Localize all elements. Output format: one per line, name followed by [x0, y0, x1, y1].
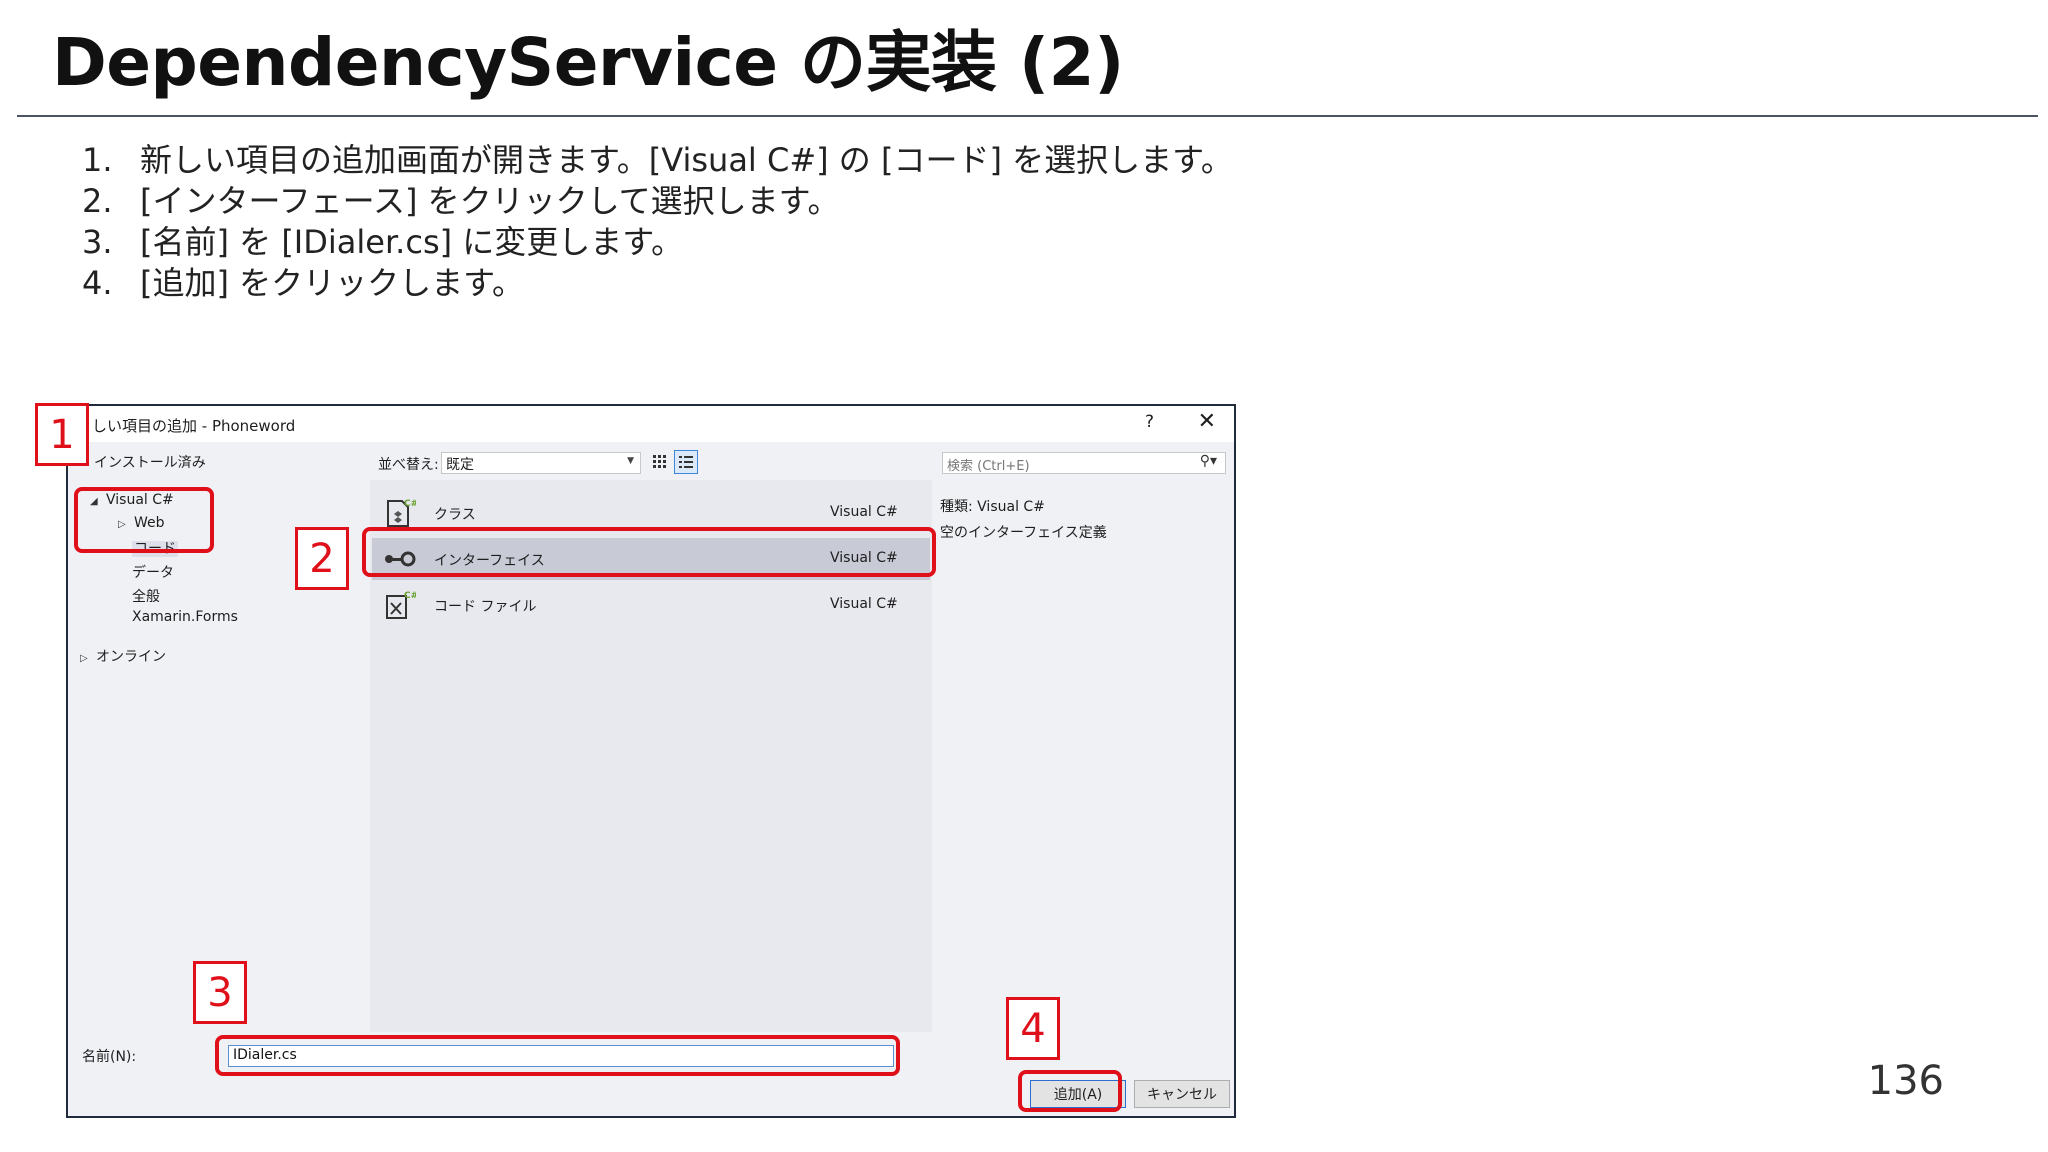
grid-view-icon[interactable]: [648, 450, 672, 474]
detail-description: 空のインターフェイス定義: [940, 525, 1107, 541]
svg-text:C#: C#: [404, 499, 416, 509]
callout-number-3: 3: [193, 961, 247, 1024]
search-input[interactable]: 検索 (Ctrl+E) ⚲▾: [942, 452, 1226, 474]
collapsed-triangle-icon: ▷: [80, 653, 88, 664]
highlight-add-button: [1018, 1070, 1122, 1112]
step-item: 4. [追加] をクリックします。: [82, 264, 524, 302]
tree-item-general[interactable]: 全般: [132, 586, 160, 606]
page-number: 136: [1867, 1058, 1944, 1104]
dialog-titlebar: しい項目の追加 - Phoneword ? ✕: [68, 406, 1234, 442]
template-language: Visual C#: [830, 596, 898, 612]
tree-item-xamarin-forms[interactable]: Xamarin.Forms: [132, 609, 238, 625]
chevron-down-icon: ▼: [627, 456, 634, 466]
title-divider: [17, 115, 2038, 117]
template-row-code-file[interactable]: C# コード ファイル Visual C#: [372, 584, 930, 626]
slide-title: DependencyService の実装 (2): [52, 24, 1124, 101]
highlight-visual-cs-code: [74, 487, 214, 553]
step-item: 3. [名前] を [IDialer.cs] に変更します。: [82, 223, 684, 261]
highlight-interface-row: [362, 527, 936, 577]
step-list: 1. 新しい項目の追加画面が開きます。[Visual C#] の [コード] を選…: [82, 140, 1233, 304]
template-name: クラス: [434, 507, 476, 523]
tree-item-online[interactable]: ▷ オンライン: [80, 646, 166, 666]
sort-dropdown[interactable]: 既定 ▼: [441, 452, 641, 474]
search-icon: ⚲▾: [1199, 453, 1217, 469]
tree-item-data[interactable]: データ: [132, 562, 174, 582]
help-button[interactable]: ?: [1145, 412, 1154, 432]
list-view-icon[interactable]: [674, 450, 698, 474]
callout-number-4: 4: [1006, 997, 1060, 1060]
step-item: 2. [インターフェース] をクリックして選択します。: [82, 182, 840, 220]
callout-number-2: 2: [295, 527, 349, 590]
class-file-icon: C#: [387, 499, 416, 527]
dialog-title: しい項目の追加 - Phoneword: [92, 417, 296, 435]
template-language: Visual C#: [830, 504, 898, 520]
step-item: 1. 新しい項目の追加画面が開きます。[Visual C#] の [コード] を選…: [82, 141, 1233, 179]
detail-type: 種類: Visual C#: [940, 499, 1045, 515]
close-button[interactable]: ✕: [1198, 409, 1216, 434]
template-name: コード ファイル: [434, 599, 537, 615]
name-label: 名前(N):: [82, 1049, 137, 1065]
sort-label: 並べ替え:: [378, 457, 439, 473]
cancel-button[interactable]: キャンセル: [1134, 1080, 1230, 1108]
code-file-icon: C#: [386, 591, 416, 619]
tree-header-installed: インストール済み: [94, 455, 206, 471]
svg-text:C#: C#: [404, 591, 416, 601]
callout-number-1: 1: [35, 403, 89, 466]
highlight-name-input: [215, 1035, 900, 1076]
